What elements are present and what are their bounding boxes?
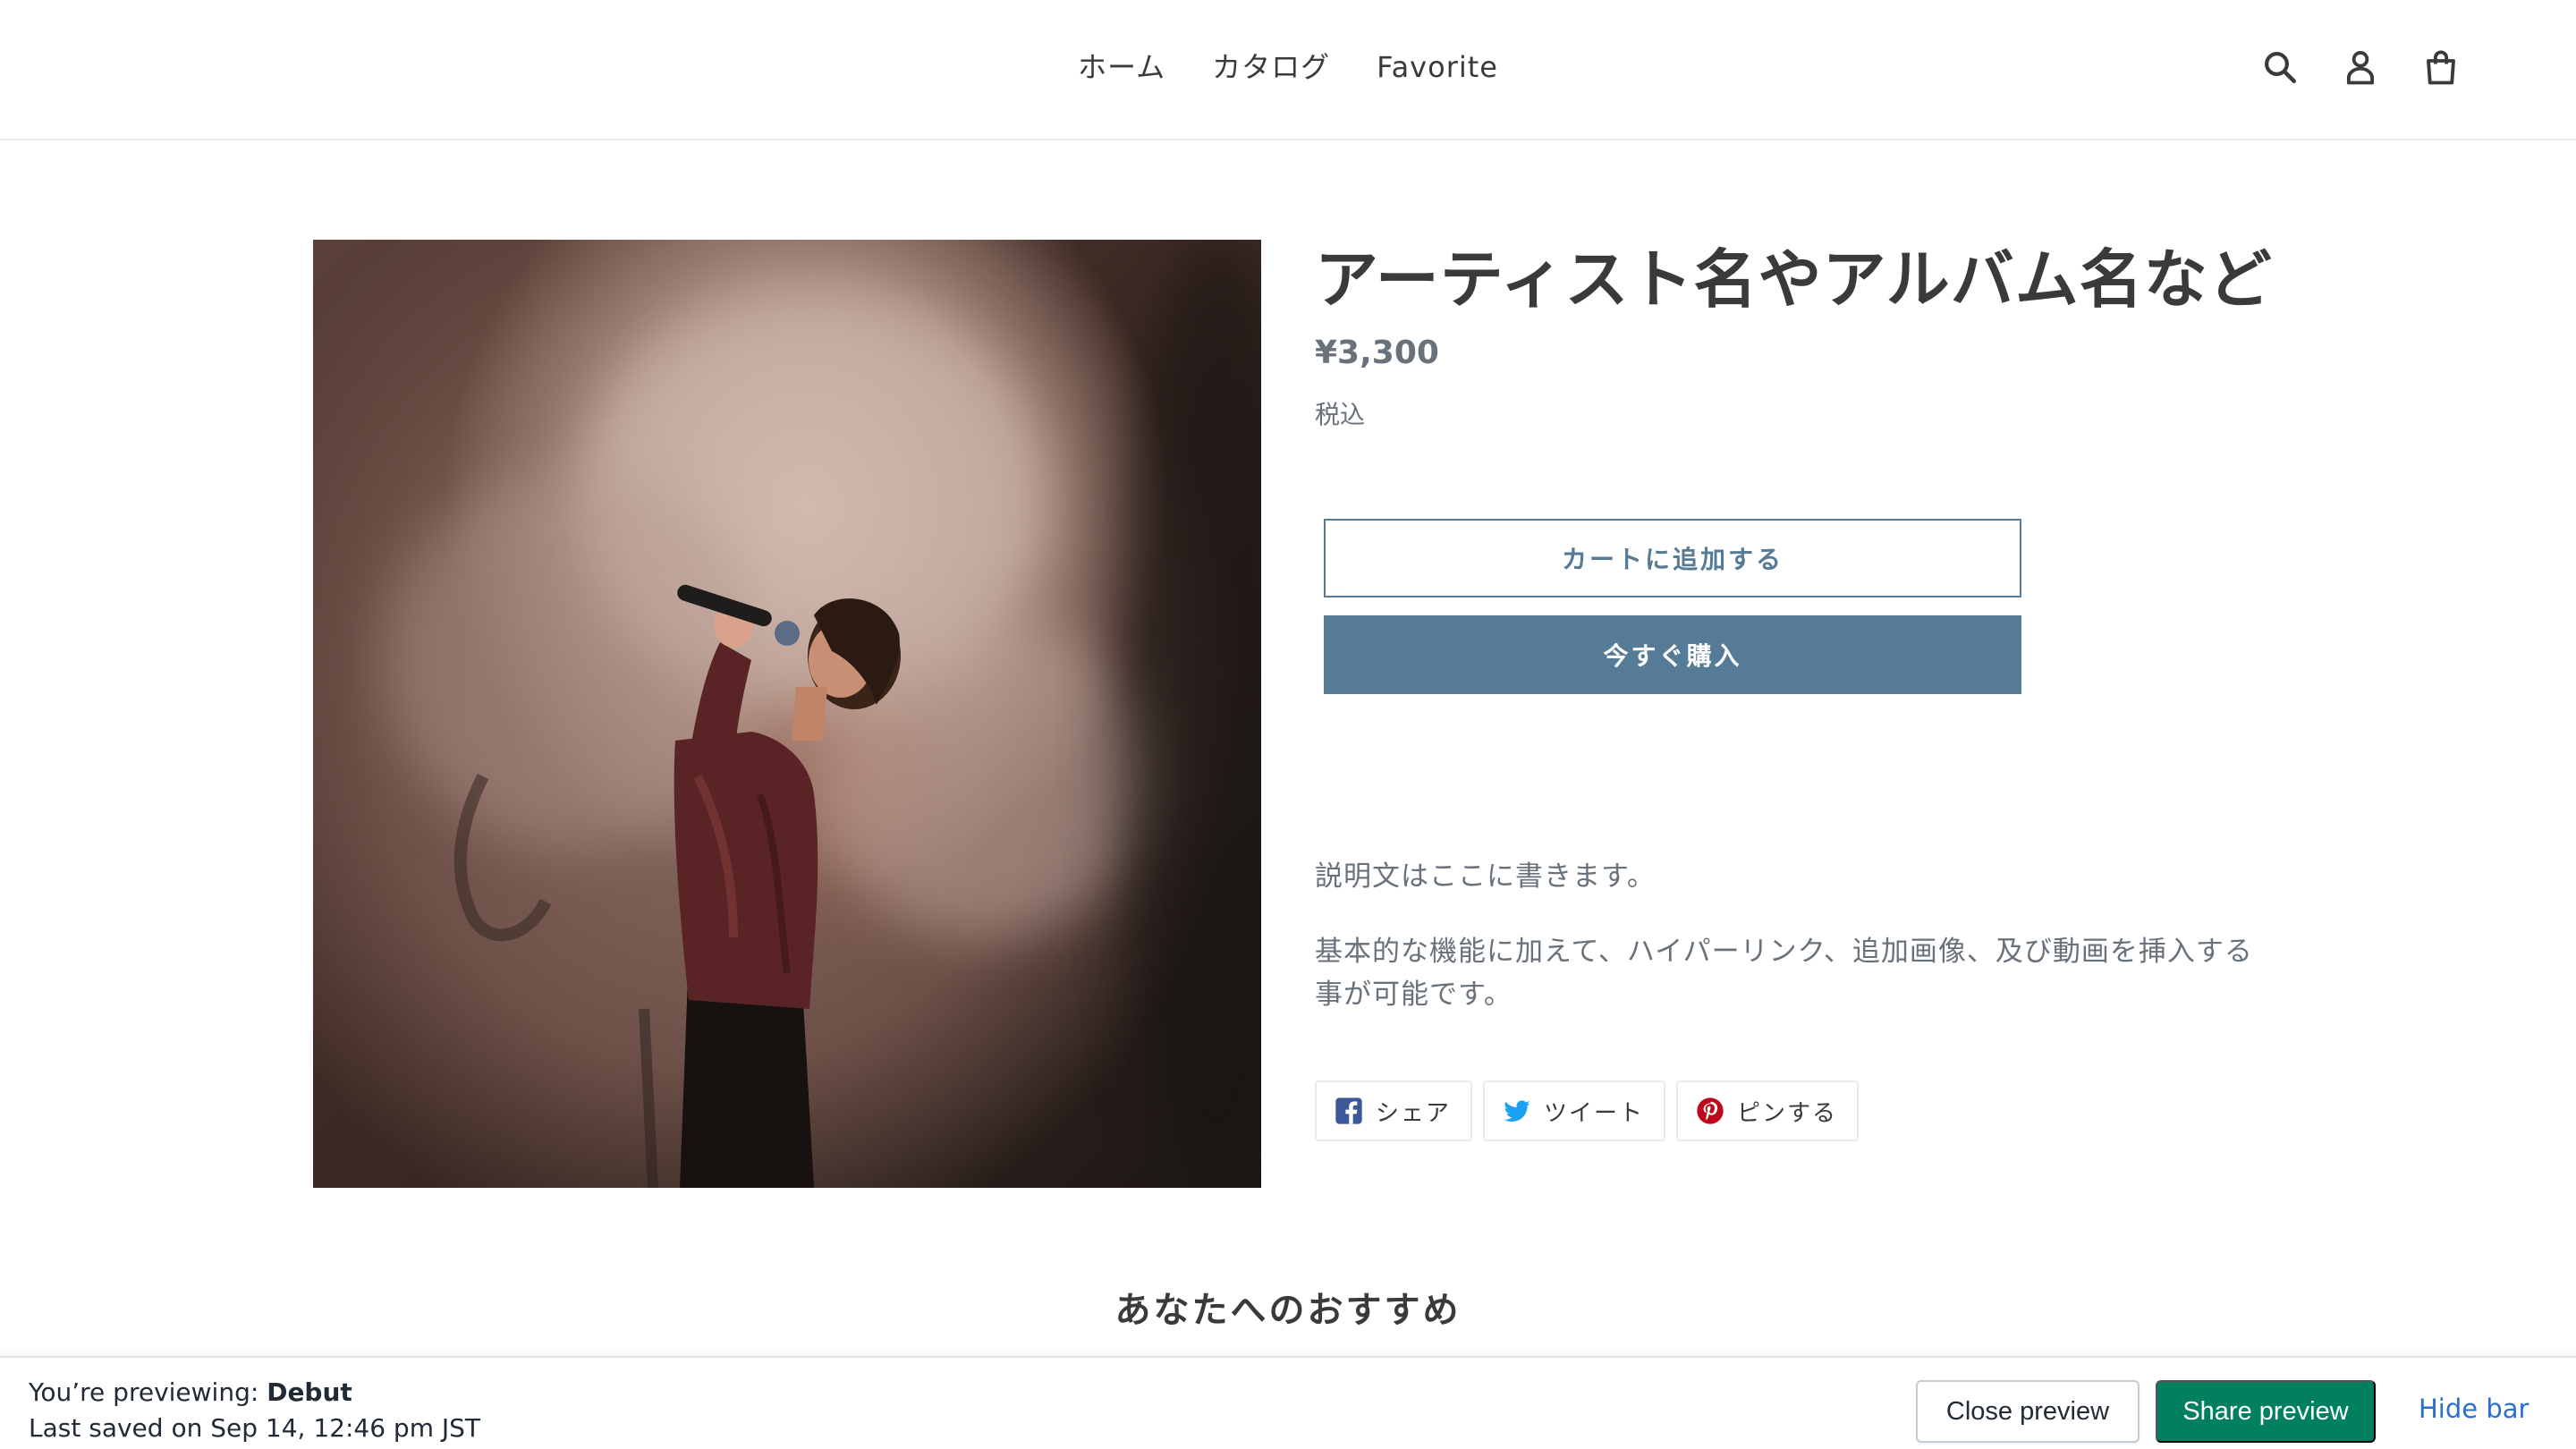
add-to-cart-button[interactable]: カートに追加する xyxy=(1324,519,2021,597)
singer-figure xyxy=(453,584,901,1188)
site-header: ホーム カタログ Favorite xyxy=(0,0,2576,140)
product-description-1: 説明文はここに書きます。 xyxy=(1315,860,1656,893)
share-facebook-label: シェア xyxy=(1376,1099,1452,1127)
hide-bar-link[interactable]: Hide bar xyxy=(2419,1394,2529,1424)
nav-item-home[interactable]: ホーム xyxy=(1078,47,1165,88)
product-title: アーティスト名やアルバム名など xyxy=(1315,242,2273,317)
share-pinterest-button[interactable]: ピンする xyxy=(1676,1080,1860,1141)
recommendations-heading: あなたへのおすすめ xyxy=(1114,1290,1462,1331)
pinterest-icon xyxy=(1697,1097,1724,1124)
search-icon[interactable] xyxy=(2259,43,2301,91)
share-pinterest-label: ピンする xyxy=(1737,1099,1838,1127)
last-saved-text: Last saved on Sep 14, 12:46 pm JST xyxy=(29,1413,480,1443)
main-nav: ホーム カタログ Favorite xyxy=(0,47,2576,88)
cart-icon[interactable] xyxy=(2420,43,2462,91)
theme-name: Debut xyxy=(267,1377,352,1407)
product-image[interactable] xyxy=(313,240,1261,1188)
product-price: ¥3,300 xyxy=(1315,335,1439,371)
facebook-icon xyxy=(1335,1097,1362,1124)
tax-note: 税込 xyxy=(1315,400,1366,429)
twitter-icon xyxy=(1504,1100,1530,1123)
social-share: シェア ツイート ピンする xyxy=(1315,1080,1860,1141)
account-icon[interactable] xyxy=(2340,43,2381,91)
share-preview-button[interactable]: Share preview xyxy=(2156,1380,2376,1443)
nav-item-favorite[interactable]: Favorite xyxy=(1377,47,1498,88)
nav-item-catalog[interactable]: カタログ xyxy=(1212,47,1330,88)
share-twitter-button[interactable]: ツイート xyxy=(1483,1080,1666,1141)
share-twitter-label: ツイート xyxy=(1544,1099,1645,1127)
close-preview-button[interactable]: Close preview xyxy=(1916,1380,2140,1443)
header-icons xyxy=(2259,43,2462,91)
product-description-2: 基本的な機能に加えて、ハイパーリンク、追加画像、及び動画を挿入する事が可能です。 xyxy=(1315,936,2253,1011)
previewing-text: You’re previewing: Debut xyxy=(29,1377,352,1407)
buy-now-button[interactable]: 今すぐ購入 xyxy=(1324,615,2021,694)
share-facebook-button[interactable]: シェア xyxy=(1315,1080,1473,1141)
previewing-prefix: You’re previewing: xyxy=(29,1377,267,1407)
